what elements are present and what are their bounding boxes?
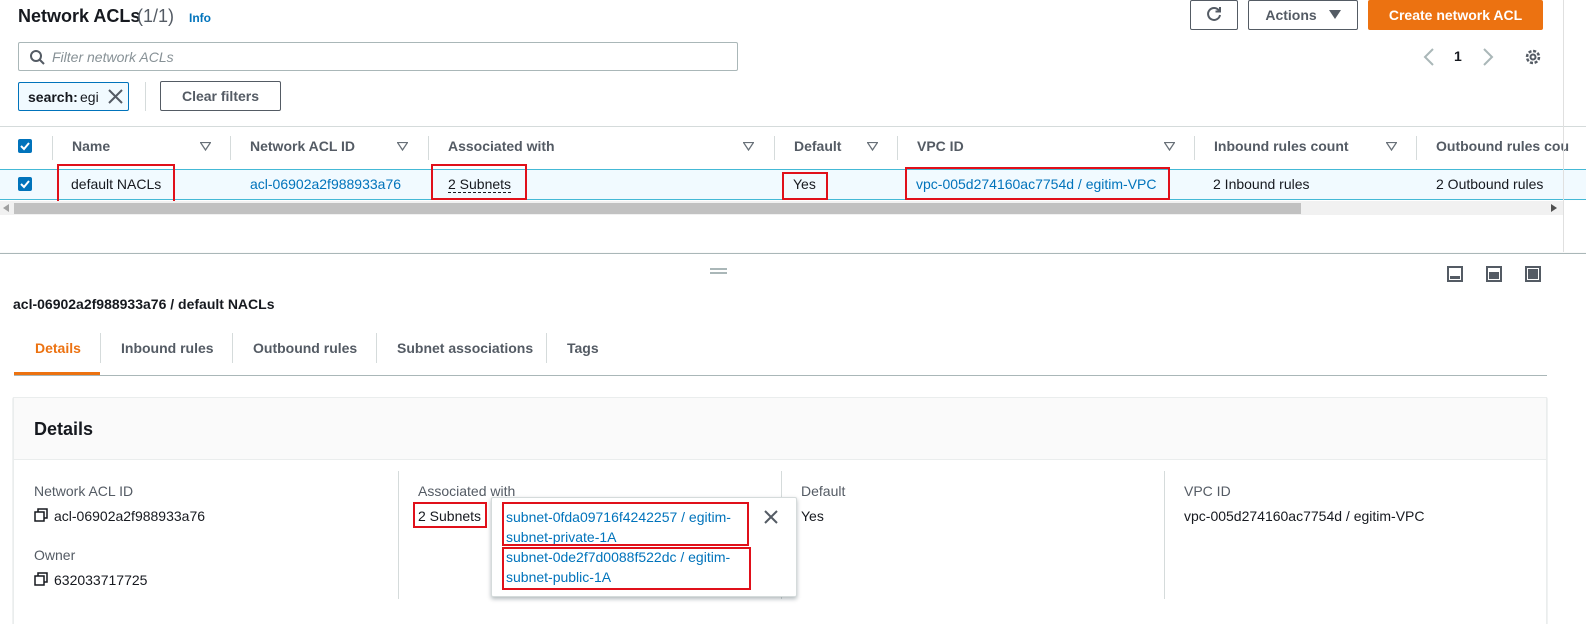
field-value-vpc-id-link[interactable]: vpc-005d274160ac7754d / egitim-VPC [1184,508,1425,524]
highlight-box [502,547,751,590]
tab-divider [100,333,101,363]
details-heading: acl-06902a2f988933a76 / default NACLs [13,296,275,312]
filter-box[interactable] [18,42,738,71]
settings-gear-icon[interactable] [1523,47,1543,67]
tab-inbound-rules[interactable]: Inbound rules [121,340,214,356]
copy-icon[interactable] [34,508,48,522]
column-header-default[interactable]: Default [794,138,841,154]
tab-tags[interactable]: Tags [567,340,599,356]
checkmark-icon [20,180,30,189]
column-header-name[interactable]: Name [72,138,110,154]
filter-input[interactable] [52,47,722,67]
column-divider [1194,136,1195,160]
sort-icon[interactable] [200,142,211,151]
actions-label: Actions [1265,7,1317,23]
cell-inbound-rules: 2 Inbound rules [1213,176,1310,192]
field-label-owner: Owner [34,547,76,563]
filter-token[interactable]: search: egi [18,82,129,111]
highlight-box [413,502,487,528]
column-header-associated-with[interactable]: Associated with [448,138,555,154]
selection-count: (1/1) [137,6,175,26]
token-label: search: [28,89,78,105]
highlight-box [905,167,1170,200]
close-icon[interactable] [764,510,778,524]
column-divider [1164,471,1165,599]
previous-page-icon[interactable] [1423,48,1435,66]
next-page-icon[interactable] [1482,48,1494,66]
highlight-box [782,172,828,200]
panel-position-bottom-icon[interactable] [1447,266,1463,282]
vertical-scrollbar-edge [1563,0,1564,252]
token-value: egi [80,89,99,105]
tabs-bottom-border [14,375,1547,376]
remove-token-icon[interactable] [108,89,123,104]
sort-icon[interactable] [1164,142,1175,151]
tab-divider [232,333,233,363]
column-divider [774,136,775,160]
actions-button[interactable]: Actions [1248,0,1358,30]
card-header: Details [14,398,1546,460]
checkmark-icon [20,142,30,151]
field-label-default: Default [801,483,846,499]
tab-divider [546,333,547,363]
column-divider [398,471,399,599]
page-title: Network ACLs [18,6,141,26]
field-label-vpc-id: VPC ID [1184,483,1231,499]
token-divider [145,82,146,111]
column-divider [230,136,231,160]
app-root: Network ACLs (1/1) Info Actions Create n… [0,0,1586,624]
tab-subnet-associations[interactable]: Subnet associations [397,340,533,356]
info-link[interactable]: Info [189,11,211,25]
field-value-owner: 632033717725 [54,572,148,588]
highlight-box [57,164,175,203]
refresh-icon [1207,6,1221,21]
field-label-acl-id: Network ACL ID [34,483,134,499]
scrollbar-thumb[interactable] [14,203,1301,214]
caret-down-icon [1328,10,1341,19]
column-divider [1416,136,1417,160]
column-header-inbound-rules-count[interactable]: Inbound rules count [1214,138,1349,154]
panel-position-middle-icon[interactable] [1486,266,1502,282]
tab-outbound-rules[interactable]: Outbound rules [253,340,357,356]
highlight-box [502,502,749,546]
copy-icon[interactable] [34,572,48,586]
card-title: Details [34,419,94,439]
resize-handle[interactable] [710,268,727,274]
highlight-box [431,164,527,200]
refresh-button[interactable] [1190,0,1238,30]
create-network-acl-button[interactable]: Create network ACL [1368,0,1543,30]
column-divider [52,136,53,160]
cell-outbound-rules: 2 Outbound rules [1436,176,1544,192]
table-top-border [0,126,1586,127]
tab-details[interactable]: Details [35,340,81,356]
clear-filters-button[interactable]: Clear filters [160,81,281,111]
panel-position-full-icon[interactable] [1525,266,1541,282]
row-checkbox[interactable] [18,177,32,191]
field-value-default: Yes [801,508,824,524]
column-divider [428,136,429,160]
cell-acl-id-link[interactable]: acl-06902a2f988933a76 [250,176,401,192]
column-header-acl-id[interactable]: Network ACL ID [250,138,355,154]
sort-icon[interactable] [867,142,878,151]
field-value-acl-id: acl-06902a2f988933a76 [54,508,206,524]
scroll-left-icon[interactable] [3,204,9,212]
sort-icon[interactable] [743,142,754,151]
sort-icon[interactable] [1386,142,1397,151]
scroll-right-icon[interactable] [1551,204,1557,212]
tab-divider [376,333,377,363]
current-page[interactable]: 1 [1454,48,1462,64]
select-all-checkbox[interactable] [18,139,32,153]
search-icon [30,50,45,65]
sort-icon[interactable] [397,142,408,151]
column-divider [897,136,898,160]
network-acls-panel: Network ACLs (1/1) Info Actions Create n… [0,0,1586,252]
column-header-vpc-id[interactable]: VPC ID [917,138,964,154]
